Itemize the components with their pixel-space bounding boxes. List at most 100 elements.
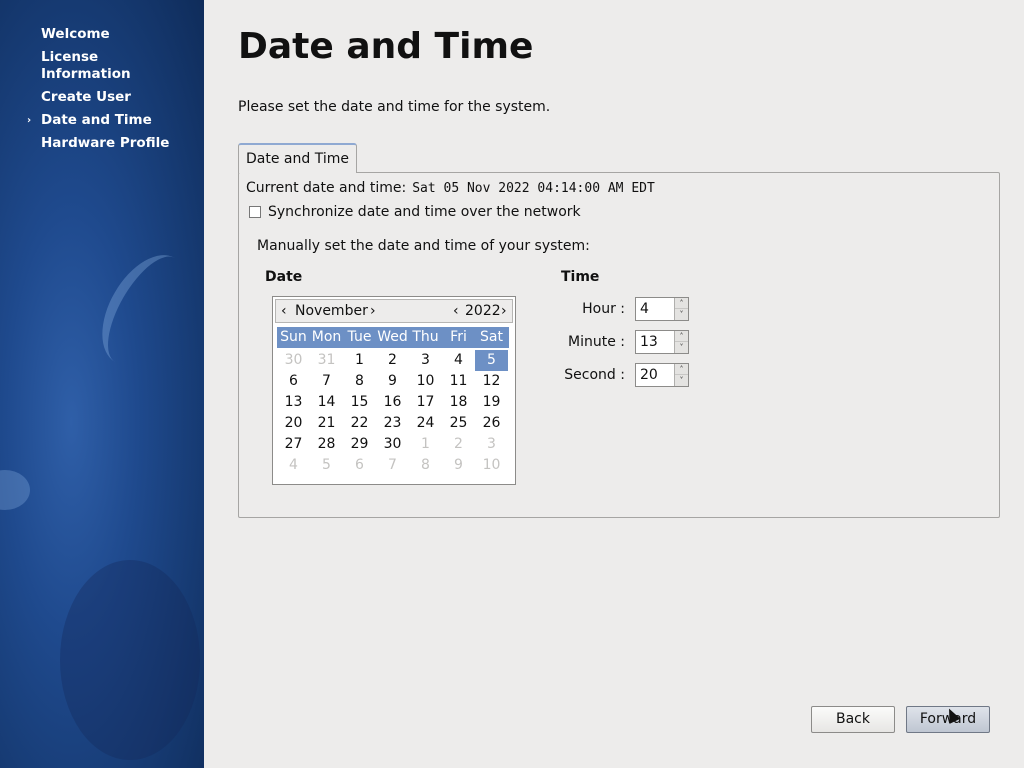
date-section-label: Date [265,269,303,285]
calendar-day[interactable]: 22 [343,413,376,434]
calendar-day[interactable]: 6 [343,455,376,476]
tab-date-and-time[interactable]: Date and Time [238,143,357,173]
manual-set-label: Manually set the date and time of your s… [257,238,590,254]
spin-down-icon[interactable]: ˅ [675,342,688,353]
current-datetime-label: Current date and time: [246,180,407,196]
spin-up-icon[interactable]: ˄ [675,331,688,342]
calendar-day[interactable]: 7 [376,455,409,476]
nav-item-hardware-profile: Hardware Profile [0,135,190,152]
weekday-label: Tue [347,329,372,345]
page-subtitle: Please set the date and time for the sys… [238,99,551,115]
calendar-day[interactable]: 24 [409,413,442,434]
minute-row: Minute : 13 ˄ ˅ [561,330,689,354]
calendar-day[interactable]: 3 [409,350,442,371]
calendar-days: 30 31 1 2 3 4 5 6 7 8 9 10 11 12 13 14 15 16 17 18 19 20 21 22 2… [277,350,509,476]
calendar-day[interactable]: 13 [277,392,310,413]
prev-month-icon[interactable]: ‹ [281,303,287,319]
calendar-day[interactable]: 27 [277,434,310,455]
weekday-header: Sun Mon Tue Wed Thu Fri Sat [277,327,509,348]
current-datetime-value: Sat 05 Nov 2022 04:14:00 AM EDT [412,181,655,196]
calendar-day[interactable]: 29 [343,434,376,455]
calendar-day[interactable]: 11 [442,371,475,392]
calendar-day[interactable]: 8 [409,455,442,476]
calendar-day[interactable]: 10 [409,371,442,392]
sidebar: Welcome License Information Create User … [0,0,204,768]
calendar-day[interactable]: 9 [376,371,409,392]
nav-item-label: License Information [41,49,131,82]
weekday-label: Sat [480,329,503,345]
next-month-icon[interactable]: › [370,303,376,319]
nav-item-license: License Information [0,49,190,83]
calendar-day[interactable]: 14 [310,392,343,413]
second-row: Second : 20 ˄ ˅ [561,363,689,387]
calendar-day[interactable]: 17 [409,392,442,413]
calendar-day[interactable]: 30 [376,434,409,455]
sidebar-decoration [60,560,200,760]
minute-spinner[interactable]: 13 ˄ ˅ [635,330,689,354]
time-section-label: Time [561,269,600,285]
calendar-day[interactable]: 19 [475,392,508,413]
sync-network-option[interactable]: Synchronize date and time over the netwo… [249,204,581,220]
calendar-day[interactable]: 4 [277,455,310,476]
current-step-icon: › [27,115,32,126]
sidebar-decoration [84,240,204,380]
calendar-day[interactable]: 25 [442,413,475,434]
minute-value[interactable]: 13 [640,334,658,350]
calendar-header: ‹ November › ‹ 2022 › [275,299,513,323]
calendar-day[interactable]: 30 [277,350,310,371]
calendar-day[interactable]: 5 [310,455,343,476]
prev-year-icon[interactable]: ‹ [453,303,459,319]
hour-label: Hour : [582,301,625,317]
weekday-label: Mon [311,329,342,345]
second-value[interactable]: 20 [640,367,658,383]
calendar-day[interactable]: 18 [442,392,475,413]
calendar-day[interactable]: 3 [475,434,508,455]
calendar-day-selected[interactable]: 5 [475,350,508,371]
hour-spinner[interactable]: 4 ˄ ˅ [635,297,689,321]
calendar-day[interactable]: 4 [442,350,475,371]
second-label: Second : [564,367,625,383]
calendar-day[interactable]: 26 [475,413,508,434]
calendar-day[interactable]: 8 [343,371,376,392]
nav-item-label: Welcome [41,26,110,42]
nav-item-label: Create User [41,89,131,105]
calendar-day[interactable]: 2 [442,434,475,455]
minute-label: Minute : [568,334,625,350]
sync-network-label[interactable]: Synchronize date and time over the netwo… [268,204,581,220]
calendar-day[interactable]: 1 [343,350,376,371]
calendar-day[interactable]: 20 [277,413,310,434]
calendar: ‹ November › ‹ 2022 › Sun Mon Tue Wed Th… [272,296,516,485]
sync-network-checkbox[interactable] [249,206,261,218]
next-year-icon[interactable]: › [501,303,507,319]
calendar-day[interactable]: 21 [310,413,343,434]
calendar-year: 2022 [465,303,501,319]
calendar-day[interactable]: 16 [376,392,409,413]
calendar-day[interactable]: 31 [310,350,343,371]
calendar-day[interactable]: 23 [376,413,409,434]
calendar-day[interactable]: 6 [277,371,310,392]
nav-item-label: Date and Time [41,112,152,128]
spin-down-icon[interactable]: ˅ [675,309,688,320]
back-button[interactable]: Back [811,706,895,733]
spin-up-icon[interactable]: ˄ [675,364,688,375]
steps-nav: Welcome License Information Create User … [0,26,204,158]
spin-up-icon[interactable]: ˄ [675,298,688,309]
calendar-month: November [295,303,368,319]
calendar-day[interactable]: 7 [310,371,343,392]
current-datetime: Current date and time: Sat 05 Nov 2022 04… [246,180,655,196]
calendar-day[interactable]: 9 [442,455,475,476]
calendar-day[interactable]: 28 [310,434,343,455]
calendar-day[interactable]: 2 [376,350,409,371]
nav-item-date-time: › Date and Time [0,112,190,129]
calendar-day[interactable]: 1 [409,434,442,455]
main-content: Date and Time Please set the date and ti… [204,0,1024,768]
spin-down-icon[interactable]: ˅ [675,375,688,386]
calendar-day[interactable]: 10 [475,455,508,476]
hour-value[interactable]: 4 [640,301,649,317]
calendar-day[interactable]: 15 [343,392,376,413]
calendar-day[interactable]: 12 [475,371,508,392]
weekday-label: Sun [280,329,307,345]
second-spinner[interactable]: 20 ˄ ˅ [635,363,689,387]
nav-item-label: Hardware Profile [41,135,170,151]
nav-item-welcome: Welcome [0,26,190,43]
